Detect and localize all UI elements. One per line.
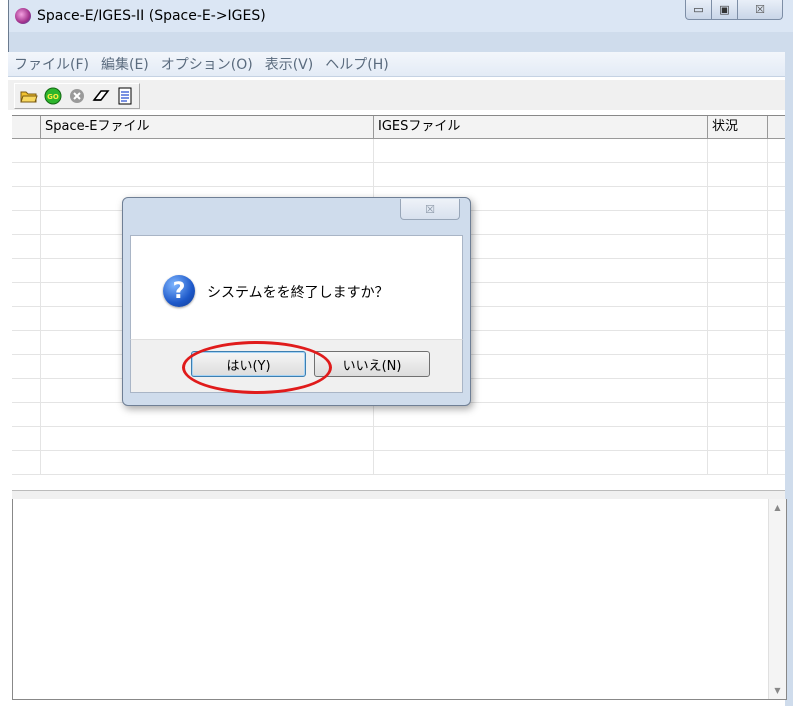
menu-options[interactable]: オプション(O) [155, 54, 259, 74]
grid-header: Space-Eファイル IGESファイル 状況 [12, 116, 785, 139]
table-cell [41, 139, 374, 162]
table-cell [41, 427, 374, 450]
svg-text:GO: GO [47, 93, 59, 101]
table-cell [708, 307, 768, 330]
table-cell [374, 451, 708, 474]
stop-icon [70, 89, 84, 103]
confirm-dialog: ☒ ? システムをを終了しますか？ はい(Y) いいえ(N) [122, 197, 471, 406]
table-cell [12, 379, 41, 402]
table-cell [708, 235, 768, 258]
menu-edit[interactable]: 編集(E) [95, 54, 155, 74]
eraser-button[interactable] [91, 86, 111, 106]
log-scrollbar[interactable]: ▲ ▼ [768, 499, 786, 699]
table-cell [12, 235, 41, 258]
title-bar: Space-E/IGES-II (Space-E->IGES) [9, 0, 793, 32]
table-cell [708, 283, 768, 306]
table-cell [12, 187, 41, 210]
column-header-iges-file[interactable]: IGESファイル [374, 116, 708, 138]
no-button[interactable]: いいえ(N) [314, 351, 430, 377]
table-cell [12, 307, 41, 330]
column-header-status[interactable]: 状況 [708, 116, 768, 138]
table-cell [12, 139, 41, 162]
table-cell [12, 403, 41, 426]
toolbar-group: GO [14, 83, 140, 109]
window-title: Space-E/IGES-II (Space-E->IGES) [37, 8, 266, 24]
column-header-space-e-file[interactable]: Space-Eファイル [41, 116, 374, 138]
table-cell [708, 403, 768, 426]
scroll-up-icon[interactable]: ▲ [769, 499, 786, 516]
menu-file[interactable]: ファイル(F) [8, 54, 95, 74]
table-cell [708, 355, 768, 378]
column-header-index[interactable] [12, 116, 41, 138]
table-cell [374, 139, 708, 162]
table-cell [708, 451, 768, 474]
table-row[interactable] [12, 163, 785, 187]
table-cell [12, 451, 41, 474]
table-cell [708, 379, 768, 402]
close-icon: ☒ [755, 3, 765, 16]
table-cell [41, 163, 374, 186]
menu-view[interactable]: 表示(V) [259, 54, 320, 74]
close-button[interactable]: ☒ [738, 0, 783, 20]
table-cell [708, 259, 768, 282]
go-icon: GO [44, 87, 62, 105]
open-folder-button[interactable] [19, 86, 39, 106]
table-cell [708, 211, 768, 234]
table-cell [12, 331, 41, 354]
table-cell [41, 451, 374, 474]
maximize-button[interactable]: ▣ [712, 0, 738, 20]
table-cell [41, 403, 374, 426]
table-cell [12, 283, 41, 306]
window-controls: ▭ ▣ ☒ [685, 0, 783, 20]
log-pane[interactable]: ▲ ▼ [12, 499, 787, 700]
go-button[interactable]: GO [43, 86, 63, 106]
table-cell [374, 427, 708, 450]
dialog-body: ? システムをを終了しますか？ [130, 235, 463, 340]
document-button[interactable] [115, 86, 135, 106]
table-cell [708, 163, 768, 186]
table-cell [12, 163, 41, 186]
table-row[interactable] [12, 403, 785, 427]
menu-help[interactable]: ヘルプ(H) [319, 54, 394, 74]
table-cell [12, 211, 41, 234]
app-logo-icon [15, 8, 31, 24]
table-cell [12, 355, 41, 378]
dialog-close-button[interactable]: ☒ [400, 199, 460, 220]
eraser-icon [92, 90, 110, 101]
table-cell [708, 139, 768, 162]
question-icon: ? [163, 275, 195, 307]
stop-button[interactable] [67, 86, 87, 106]
minimize-icon: ▭ [693, 3, 704, 16]
document-icon [118, 87, 132, 105]
table-cell [708, 331, 768, 354]
table-cell [708, 427, 768, 450]
dialog-message: システムをを終了しますか？ [207, 285, 389, 301]
dialog-button-row: はい(Y) いいえ(N) [130, 339, 463, 393]
table-row[interactable] [12, 451, 785, 475]
table-cell [12, 259, 41, 282]
maximize-icon: ▣ [719, 3, 730, 16]
table-cell [708, 187, 768, 210]
toolbar: GO [8, 80, 785, 110]
open-folder-icon [20, 91, 38, 103]
dialog-close-icon: ☒ [425, 202, 435, 216]
scroll-down-icon[interactable]: ▼ [769, 682, 786, 699]
minimize-button[interactable]: ▭ [685, 0, 712, 20]
table-row[interactable] [12, 427, 785, 451]
menu-bar: ファイル(F) 編集(E) オプション(O) 表示(V) ヘルプ(H) [8, 52, 785, 77]
table-row[interactable] [12, 139, 785, 163]
table-cell [12, 427, 41, 450]
yes-button[interactable]: はい(Y) [191, 351, 306, 377]
table-cell [374, 163, 708, 186]
table-cell [374, 403, 708, 426]
